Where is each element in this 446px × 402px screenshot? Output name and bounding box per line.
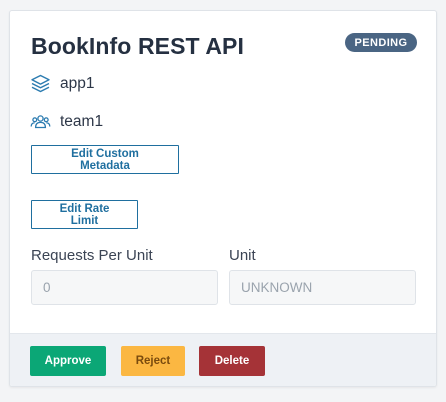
edit-custom-metadata-button[interactable]: Edit Custom Metadata xyxy=(31,145,179,174)
unit-field[interactable]: UNKNOWN xyxy=(229,270,416,305)
app-label: app1 xyxy=(60,74,95,92)
approve-button[interactable]: Approve xyxy=(30,346,106,376)
edit-rate-limit-button[interactable]: Edit Rate Limit xyxy=(31,200,138,229)
requests-per-unit-field[interactable]: 0 xyxy=(31,270,218,305)
app-row: app1 xyxy=(30,73,94,94)
unit-label: Unit xyxy=(229,247,256,264)
reject-button[interactable]: Reject xyxy=(121,346,185,376)
api-product-card: BookInfo REST API PENDING app1 team1 Edi… xyxy=(9,10,437,387)
delete-button[interactable]: Delete xyxy=(199,346,265,376)
team-icon xyxy=(30,111,51,132)
requests-per-unit-label: Requests Per Unit xyxy=(31,247,153,264)
layers-icon xyxy=(30,73,51,94)
card-title: BookInfo REST API xyxy=(31,33,244,59)
team-row: team1 xyxy=(30,111,103,132)
card-actions: Approve Reject Delete xyxy=(10,333,436,386)
status-badge: PENDING xyxy=(345,33,417,52)
team-label: team1 xyxy=(60,112,104,130)
